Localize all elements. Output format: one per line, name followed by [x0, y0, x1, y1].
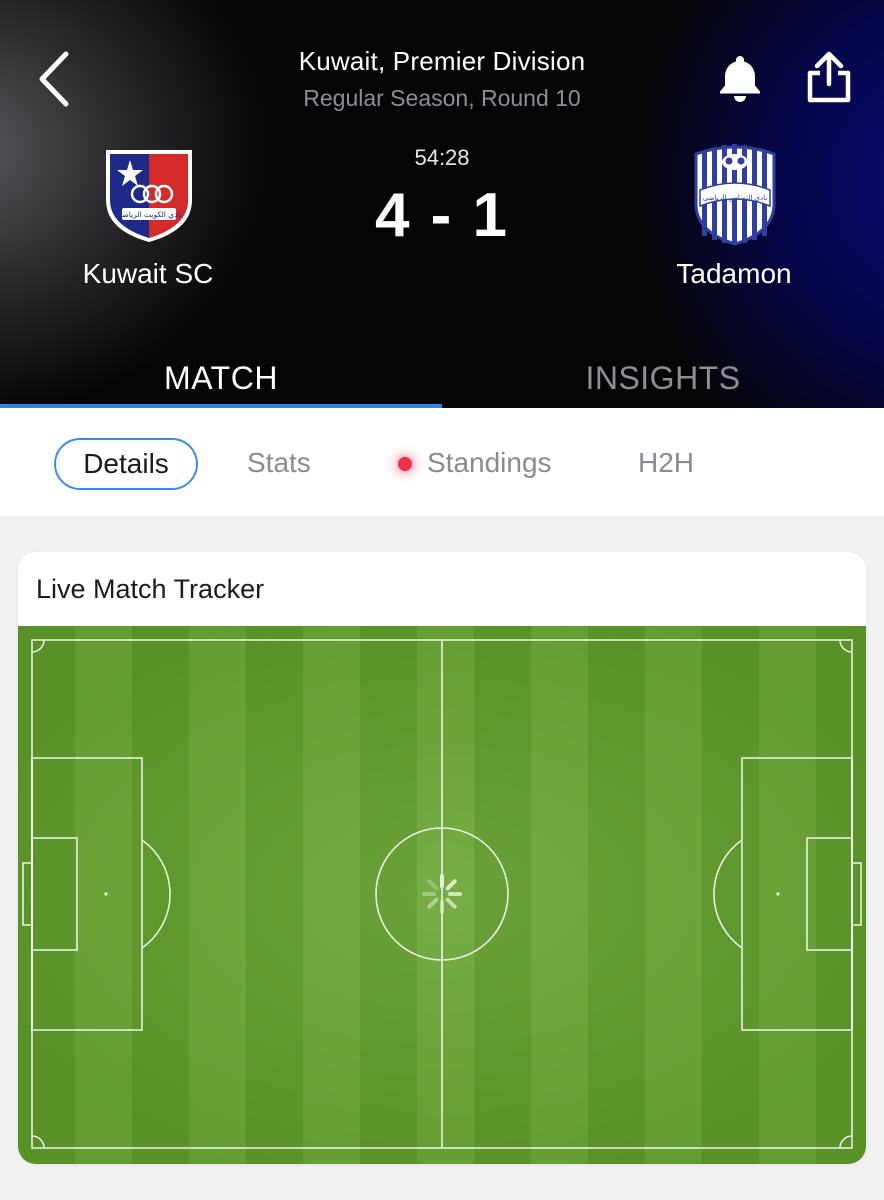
pitch-lines: [22, 639, 862, 1149]
bell-icon: [720, 56, 760, 102]
live-indicator-dot: [398, 457, 412, 471]
share-button[interactable]: [800, 48, 858, 108]
tracker-title: Live Match Tracker: [36, 574, 265, 604]
subtab-details[interactable]: Details: [54, 438, 198, 490]
tab-insights[interactable]: INSIGHTS: [442, 360, 884, 397]
sub-navigation: Details Stats Standings H2H: [0, 408, 884, 516]
subtab-stats[interactable]: Stats: [247, 438, 311, 488]
tab-match[interactable]: MATCH: [0, 360, 442, 397]
notification-button[interactable]: [712, 50, 768, 106]
live-match-tracker-card: Live Match Tracker: [18, 552, 866, 1164]
match-header: Kuwait, Premier Division Regular Season,…: [0, 0, 884, 408]
match-clock: 54:28: [414, 145, 470, 170]
home-team-name[interactable]: Kuwait SC: [18, 258, 278, 290]
away-team-name[interactable]: Tadamon: [604, 258, 864, 290]
share-icon: [807, 51, 851, 103]
subtab-h2h[interactable]: H2H: [638, 438, 694, 488]
subtab-standings[interactable]: Standings: [427, 438, 552, 488]
match-score: 4 - 1: [374, 181, 510, 250]
football-pitch[interactable]: [18, 626, 866, 1164]
